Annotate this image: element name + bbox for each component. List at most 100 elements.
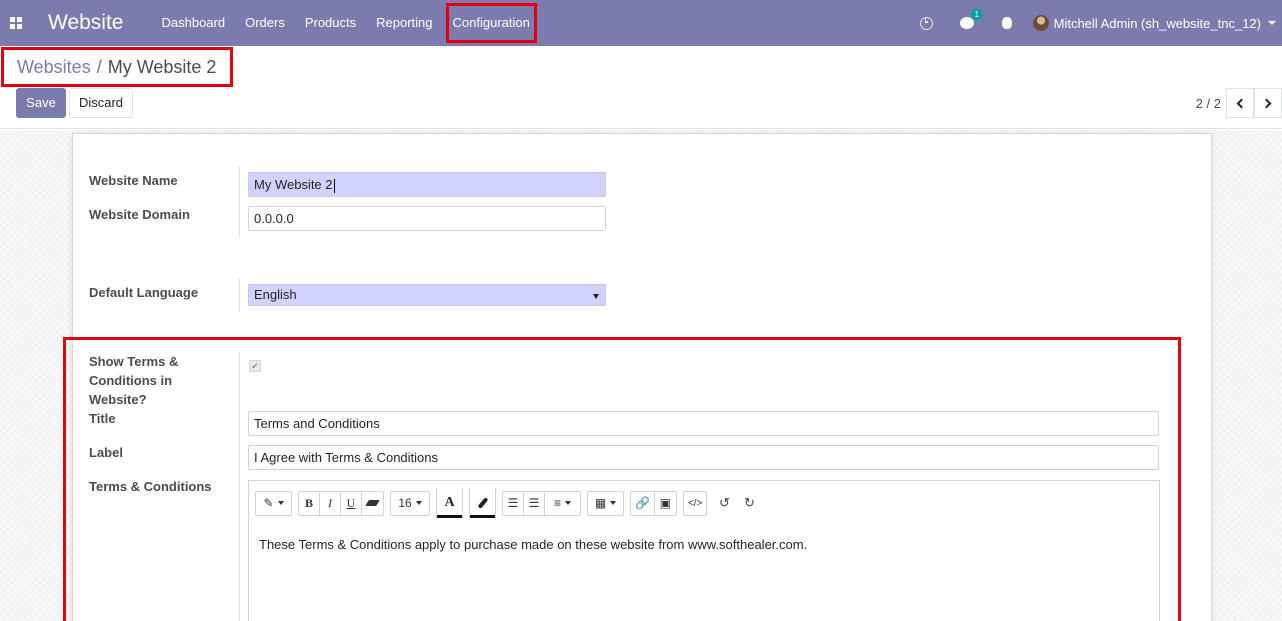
app-brand: Website	[48, 11, 124, 34]
menu-products[interactable]: Products	[295, 0, 366, 46]
pager-next-button[interactable]	[1254, 88, 1282, 118]
default-language-value: English	[254, 287, 297, 302]
bold-button[interactable]: B	[299, 491, 320, 515]
terms-conditions-label: Terms & Conditions	[89, 479, 212, 494]
pager-previous-button[interactable]	[1226, 88, 1254, 118]
navbar-right: 1 Mitchell Admin (sh_website_tnc_12)	[907, 0, 1282, 46]
style-dropdown-button[interactable]: ✎	[256, 492, 291, 515]
table-dropdown-button[interactable]: ▦	[588, 492, 623, 515]
list-ol-icon: ☰	[528, 496, 540, 510]
breadcrumb-separator: /	[96, 56, 102, 77]
caret-down-icon	[1268, 21, 1276, 25]
terms-conditions-editor[interactable]: ✎ B I U 16 A ☰ ☰ ≡ ▦ 🔗 ▣ </> ↺ ↻ These T…	[248, 480, 1160, 621]
form-content-area: Website Name Website Domain My Website 2…	[0, 130, 1282, 621]
debug-bug-icon[interactable]	[1000, 16, 1014, 30]
list-ul-icon: ☰	[507, 496, 519, 510]
redo-button[interactable]: ↻	[738, 491, 760, 516]
editor-content[interactable]: These Terms & Conditions apply to purcha…	[259, 537, 807, 552]
paint-brush-icon	[477, 497, 488, 509]
message-count-badge: 1	[970, 9, 984, 20]
image-button[interactable]: ▣	[655, 492, 676, 515]
font-size-dropdown[interactable]: 16	[391, 492, 429, 515]
text-color-button[interactable]: A	[436, 488, 463, 518]
color-indicator	[437, 515, 462, 518]
check-icon: ✔	[251, 361, 259, 371]
website-name-value: My Website 2	[254, 177, 333, 192]
font-size-value: 16	[398, 496, 412, 510]
undo-icon: ↺	[718, 495, 730, 510]
align-dropdown-button[interactable]: ≡	[545, 492, 580, 515]
apps-grid-icon[interactable]	[10, 17, 22, 29]
chat-bubble-icon	[959, 17, 974, 29]
underline-button[interactable]: U	[341, 491, 362, 515]
website-domain-input[interactable]: 0.0.0.0	[248, 206, 606, 231]
ordered-list-button[interactable]: ☰	[524, 491, 545, 515]
show-terms-label: Show Terms & Conditions in Website?	[89, 354, 179, 407]
group-divider	[239, 166, 240, 238]
table-icon: ▦	[594, 496, 607, 510]
code-group: </>	[682, 490, 708, 516]
style-group: ✎	[255, 490, 292, 516]
eraser-icon	[365, 500, 380, 506]
code-view-button[interactable]: </>	[684, 492, 706, 515]
magic-wand-icon: ✎	[263, 496, 274, 510]
link-button[interactable]: 🔗	[631, 491, 655, 515]
unordered-list-button[interactable]: ☰	[503, 491, 524, 515]
redo-icon: ↻	[743, 495, 755, 510]
label-input[interactable]: I Agree with Terms & Conditions	[248, 445, 1159, 470]
pager: 2 / 2	[1196, 88, 1282, 118]
code-icon: </>	[687, 497, 703, 509]
show-terms-checkbox[interactable]: ✔	[249, 360, 261, 372]
website-name-input[interactable]: My Website 2	[248, 172, 606, 197]
label-label: Label	[89, 445, 123, 460]
title-label: Title	[89, 411, 116, 426]
image-icon: ▣	[659, 496, 672, 510]
group-divider	[239, 278, 240, 312]
menu-reporting[interactable]: Reporting	[366, 0, 442, 46]
dropdown-caret-icon	[415, 501, 422, 505]
font-color-icon: A	[444, 495, 455, 510]
chevron-right-icon	[1261, 98, 1272, 108]
menu-orders[interactable]: Orders	[235, 0, 295, 46]
eraser-button[interactable]	[362, 492, 383, 515]
discard-button[interactable]: Discard	[69, 88, 133, 118]
group-divider	[239, 352, 240, 621]
default-language-label: Default Language	[89, 285, 199, 300]
menu-dashboard[interactable]: Dashboard	[151, 0, 235, 46]
form-sheet: Website Name Website Domain My Website 2…	[72, 133, 1212, 621]
dropdown-caret-icon	[277, 501, 284, 505]
website-domain-label: Website Domain	[89, 207, 190, 222]
save-button[interactable]: Save	[16, 88, 66, 118]
avatar	[1032, 15, 1049, 31]
main-menu: Dashboard Orders Products Reporting Conf…	[151, 0, 539, 46]
select-caret-icon	[593, 294, 599, 299]
italic-button[interactable]: I	[320, 491, 341, 515]
background-color-button[interactable]	[469, 488, 496, 518]
undo-button[interactable]: ↺	[713, 491, 735, 516]
breadcrumb-current: My Website 2	[107, 56, 217, 77]
messages-icon[interactable]: 1	[959, 9, 984, 30]
font-size-group: 16	[390, 490, 430, 516]
chevron-left-icon	[1236, 98, 1247, 108]
title-input[interactable]: Terms and Conditions	[248, 411, 1159, 436]
editor-toolbar: ✎ B I U 16 A ☰ ☰ ≡ ▦ 🔗 ▣ </> ↺ ↻	[255, 488, 763, 518]
insert-group: 🔗 ▣	[630, 490, 677, 516]
activity-clock-icon[interactable]	[920, 16, 934, 30]
pager-value: 2 / 2	[1195, 95, 1221, 111]
user-menu[interactable]: Mitchell Admin (sh_website_tnc_12)	[1032, 15, 1278, 31]
text-cursor	[333, 178, 335, 193]
breadcrumb-websites-link[interactable]: Websites	[17, 57, 91, 78]
dropdown-caret-icon	[565, 501, 571, 505]
dropdown-caret-icon	[610, 501, 617, 505]
table-group: ▦	[587, 490, 624, 516]
list-group: ☰ ☰ ≡	[502, 490, 581, 516]
font-style-group: B I U	[298, 490, 384, 516]
user-name: Mitchell Admin (sh_website_tnc_12)	[1053, 15, 1261, 31]
align-left-icon: ≡	[553, 496, 561, 510]
default-language-select[interactable]: English	[248, 284, 606, 306]
top-navbar: Website Dashboard Orders Products Report…	[0, 0, 1282, 46]
breadcrumb: Websites / My Website 2	[1, 47, 233, 87]
color-indicator	[470, 515, 495, 518]
website-name-label: Website Name	[89, 173, 178, 188]
menu-configuration[interactable]: Configuration	[443, 0, 540, 46]
